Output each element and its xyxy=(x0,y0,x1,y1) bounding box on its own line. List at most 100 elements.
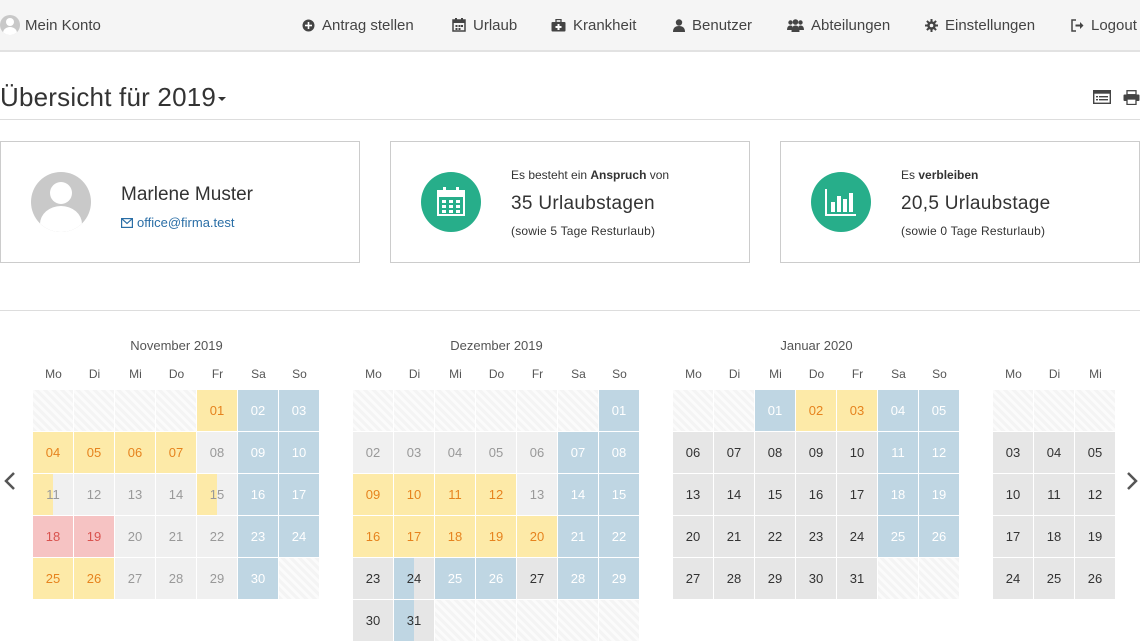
calendar-day[interactable]: 04 xyxy=(33,432,73,473)
calendar-day[interactable]: 02 xyxy=(796,390,836,431)
calendar-day[interactable]: 01 xyxy=(599,390,639,431)
calendar-day[interactable]: 17 xyxy=(394,516,434,557)
calendar-day[interactable]: 11 xyxy=(435,474,475,515)
calendar-day[interactable]: 21 xyxy=(156,516,196,557)
calendar-day[interactable]: 29 xyxy=(755,558,795,599)
calendar-day[interactable]: 18 xyxy=(33,516,73,557)
calendar-day[interactable]: 27 xyxy=(673,558,713,599)
calendar-day[interactable]: 27 xyxy=(517,558,557,599)
calendar-day[interactable]: 20 xyxy=(517,516,557,557)
list-view-icon[interactable] xyxy=(1093,90,1111,104)
calendar-day[interactable]: 12 xyxy=(74,474,114,515)
calendar-day[interactable]: 29 xyxy=(599,558,639,599)
calendar-day[interactable]: 01 xyxy=(755,390,795,431)
calendar-day[interactable]: 19 xyxy=(919,474,959,515)
calendar-day[interactable]: 27 xyxy=(115,558,155,599)
calendar-day[interactable]: 17 xyxy=(837,474,877,515)
calendar-day[interactable]: 18 xyxy=(1034,516,1074,557)
calendar-day[interactable]: 16 xyxy=(353,516,393,557)
calendar-day[interactable]: 09 xyxy=(238,432,278,473)
calendar-day[interactable]: 03 xyxy=(993,432,1033,473)
calendar-day[interactable]: 03 xyxy=(837,390,877,431)
calendar-day[interactable]: 24 xyxy=(394,558,434,599)
calendar-day[interactable]: 29 xyxy=(197,558,237,599)
calendar-day[interactable]: 18 xyxy=(435,516,475,557)
calendar-day[interactable]: 11 xyxy=(33,474,73,515)
nav-benutzer[interactable]: Benutzer xyxy=(673,0,752,50)
next-months-arrow[interactable] xyxy=(1124,470,1140,492)
nav-abteilungen[interactable]: Abteilungen xyxy=(787,0,890,50)
calendar-day[interactable]: 19 xyxy=(74,516,114,557)
calendar-day[interactable]: 22 xyxy=(197,516,237,557)
calendar-day[interactable]: 23 xyxy=(353,558,393,599)
calendar-day[interactable]: 08 xyxy=(755,432,795,473)
calendar-day[interactable]: 30 xyxy=(796,558,836,599)
calendar-day[interactable]: 25 xyxy=(435,558,475,599)
calendar-day[interactable]: 15 xyxy=(197,474,237,515)
calendar-day[interactable]: 21 xyxy=(714,516,754,557)
calendar-day[interactable]: 25 xyxy=(878,516,918,557)
calendar-day[interactable]: 24 xyxy=(993,558,1033,599)
nav-einstellungen[interactable]: Einstellungen xyxy=(925,0,1035,50)
calendar-day[interactable]: 12 xyxy=(476,474,516,515)
calendar-day[interactable]: 11 xyxy=(1034,474,1074,515)
previous-months-arrow[interactable] xyxy=(2,470,18,492)
calendar-day[interactable]: 08 xyxy=(197,432,237,473)
calendar-day[interactable]: 16 xyxy=(238,474,278,515)
calendar-day[interactable]: 15 xyxy=(599,474,639,515)
calendar-day[interactable]: 09 xyxy=(353,474,393,515)
calendar-day[interactable]: 28 xyxy=(558,558,598,599)
calendar-day[interactable]: 14 xyxy=(714,474,754,515)
calendar-day[interactable]: 05 xyxy=(919,390,959,431)
calendar-day[interactable]: 10 xyxy=(837,432,877,473)
calendar-day[interactable]: 26 xyxy=(476,558,516,599)
calendar-day[interactable]: 12 xyxy=(1075,474,1115,515)
calendar-day[interactable]: 07 xyxy=(714,432,754,473)
calendar-day[interactable]: 04 xyxy=(1034,432,1074,473)
calendar-day[interactable]: 06 xyxy=(673,432,713,473)
calendar-day[interactable]: 02 xyxy=(238,390,278,431)
calendar-day[interactable]: 03 xyxy=(279,390,319,431)
calendar-day[interactable]: 10 xyxy=(394,474,434,515)
calendar-day[interactable]: 15 xyxy=(755,474,795,515)
calendar-day[interactable]: 30 xyxy=(238,558,278,599)
calendar-day[interactable]: 24 xyxy=(279,516,319,557)
calendar-day[interactable]: 17 xyxy=(279,474,319,515)
calendar-day[interactable]: 18 xyxy=(878,474,918,515)
calendar-day[interactable]: 22 xyxy=(755,516,795,557)
calendar-day[interactable]: 14 xyxy=(156,474,196,515)
calendar-day[interactable]: 11 xyxy=(878,432,918,473)
calendar-day[interactable]: 16 xyxy=(796,474,836,515)
user-email-link[interactable]: office@firma.test xyxy=(121,215,235,230)
calendar-day[interactable]: 20 xyxy=(115,516,155,557)
calendar-day[interactable]: 08 xyxy=(599,432,639,473)
calendar-day[interactable]: 04 xyxy=(435,432,475,473)
calendar-day[interactable]: 21 xyxy=(558,516,598,557)
calendar-day[interactable]: 02 xyxy=(353,432,393,473)
calendar-day[interactable]: 05 xyxy=(476,432,516,473)
calendar-day[interactable]: 28 xyxy=(156,558,196,599)
nav-antrag-stellen[interactable]: Antrag stellen xyxy=(302,0,414,50)
calendar-day[interactable]: 26 xyxy=(74,558,114,599)
calendar-day[interactable]: 26 xyxy=(919,516,959,557)
calendar-day[interactable]: 10 xyxy=(993,474,1033,515)
nav-urlaub[interactable]: Urlaub xyxy=(452,0,517,50)
calendar-day[interactable]: 25 xyxy=(33,558,73,599)
calendar-day[interactable]: 19 xyxy=(1075,516,1115,557)
calendar-day[interactable]: 06 xyxy=(115,432,155,473)
calendar-day[interactable]: 12 xyxy=(919,432,959,473)
calendar-day[interactable]: 14 xyxy=(558,474,598,515)
nav-logout[interactable]: Logout xyxy=(1071,0,1137,50)
calendar-day[interactable]: 07 xyxy=(156,432,196,473)
calendar-day[interactable]: 24 xyxy=(837,516,877,557)
calendar-day[interactable]: 23 xyxy=(796,516,836,557)
calendar-day[interactable]: 09 xyxy=(796,432,836,473)
calendar-day[interactable]: 26 xyxy=(1075,558,1115,599)
year-selector[interactable]: Übersicht für 2019 xyxy=(0,82,227,113)
nav-krankheit[interactable]: Krankheit xyxy=(551,0,636,50)
calendar-day[interactable]: 25 xyxy=(1034,558,1074,599)
calendar-day[interactable]: 28 xyxy=(714,558,754,599)
calendar-day[interactable]: 13 xyxy=(517,474,557,515)
calendar-day[interactable]: 20 xyxy=(673,516,713,557)
calendar-day[interactable]: 07 xyxy=(558,432,598,473)
